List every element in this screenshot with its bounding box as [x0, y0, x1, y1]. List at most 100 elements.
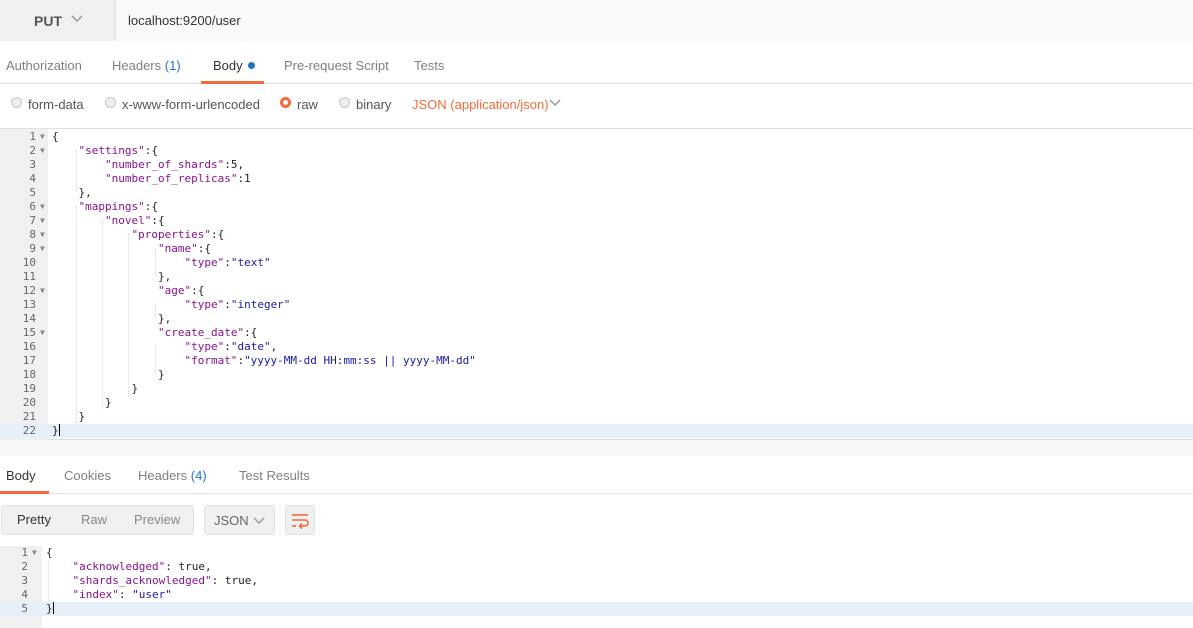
fold-arrow-icon[interactable]: ▼ [40, 326, 45, 340]
line-number: 5 [21, 602, 28, 615]
fold-arrow-icon[interactable]: ▼ [40, 200, 45, 214]
headers-count-badge: (1) [164, 58, 181, 73]
fold-arrow-icon[interactable]: ▼ [40, 214, 45, 228]
line-number: 3 [21, 574, 28, 587]
text-cursor [52, 602, 54, 614]
preview-button[interactable]: Preview [134, 506, 180, 534]
tab-cookies[interactable]: Cookies [64, 456, 111, 494]
code-text: "age":{ [157, 284, 205, 297]
tab-response-body[interactable]: Body [6, 456, 36, 494]
method-select[interactable]: PUT [0, 0, 116, 41]
text-cursor [58, 424, 60, 436]
url-text: localhost:9200/user [128, 13, 241, 28]
line-number: 6 [29, 200, 36, 213]
line-number: 5 [29, 186, 36, 199]
format-select[interactable]: JSON [204, 505, 275, 535]
tab-label: Test Results [239, 468, 310, 483]
code-text: "acknowledged": true, [72, 560, 212, 573]
code-line: 10 "type":"text" [0, 256, 1193, 270]
line-number: 17 [22, 354, 36, 367]
code-text: "settings":{ [78, 144, 158, 157]
code-line: 20 } [0, 396, 1193, 410]
line-number: 3 [29, 158, 36, 171]
radio-circle-icon [339, 96, 350, 108]
fold-arrow-icon[interactable]: ▼ [32, 546, 37, 560]
headers-count-badge: (4) [190, 468, 207, 483]
code-text: { [52, 130, 59, 143]
fold-arrow-icon[interactable]: ▼ [40, 228, 45, 242]
code-line: 12 ▼ "age":{ [0, 284, 1193, 298]
chevron-down-icon[interactable] [548, 95, 562, 109]
format-label: JSON [214, 513, 249, 528]
code-text: "type":"text" [184, 256, 271, 269]
radio-circle-icon [11, 96, 22, 108]
response-body-viewer[interactable]: 1 ▼ { 2 "acknowledged": true, 3 "shards_a… [0, 546, 1193, 628]
view-mode-segmented-control: Pretty Raw Preview [1, 505, 194, 535]
tab-label: Pre-request Script [284, 58, 389, 73]
code-text: "number_of_replicas":1 [104, 172, 251, 185]
url-input[interactable]: localhost:9200/user [116, 0, 1193, 41]
radio-binary[interactable]: binary [339, 94, 391, 114]
fold-arrow-icon[interactable]: ▼ [40, 284, 45, 298]
tab-label: Body [213, 58, 243, 73]
code-text: { [46, 546, 53, 559]
code-text: "shards_acknowledged": true, [72, 574, 258, 587]
code-line: 4 "index": "user" [0, 588, 1193, 602]
code-text: "mappings":{ [78, 200, 158, 213]
line-number: 13 [22, 298, 36, 311]
fold-arrow-icon[interactable]: ▼ [40, 242, 45, 256]
code-line: 13 "type":"integer" [0, 298, 1193, 312]
line-number: 2 [21, 560, 28, 573]
line-number: 15 [22, 326, 36, 339]
request-tabs: Authorization Headers (1) Body Pre-reque… [0, 41, 1193, 84]
tab-headers[interactable]: Headers (1) [112, 41, 181, 84]
code-text: } [46, 602, 54, 615]
line-number: 9 [29, 242, 36, 255]
tab-authorization[interactable]: Authorization [6, 41, 82, 84]
line-number: 11 [22, 270, 36, 283]
code-text: "number_of_shards":5, [104, 158, 245, 171]
radio-form-data[interactable]: form-data [11, 94, 84, 114]
response-tabs: Body Cookies Headers (4) Test Results [0, 456, 1193, 494]
radio-label: x-www-form-urlencoded [122, 96, 260, 112]
line-number: 4 [21, 588, 28, 601]
code-line-active: 5 } [0, 602, 1193, 616]
fold-arrow-icon[interactable]: ▼ [40, 144, 45, 158]
code-line: 7 ▼ "novel":{ [0, 214, 1193, 228]
code-text: }, [78, 186, 92, 199]
wrap-lines-button[interactable] [285, 505, 315, 535]
line-number: 18 [22, 368, 36, 381]
code-line: 14 }, [0, 312, 1193, 326]
code-text: } [52, 424, 60, 437]
line-number: 7 [29, 214, 36, 227]
tab-label: Tests [414, 58, 445, 73]
code-line: 16 "type":"date", [0, 340, 1193, 354]
chevron-down-icon [253, 517, 265, 525]
code-text: "create_date":{ [157, 326, 258, 339]
line-number: 14 [22, 312, 36, 325]
radio-raw[interactable]: raw [280, 94, 318, 114]
fold-arrow-icon[interactable]: ▼ [40, 130, 45, 144]
line-number: 21 [22, 410, 36, 423]
code-text: "name":{ [157, 242, 211, 255]
raw-button[interactable]: Raw [81, 506, 107, 534]
line-number: 20 [22, 396, 36, 409]
code-line: 6 ▼ "mappings":{ [0, 200, 1193, 214]
body-type-selector: form-data x-www-form-urlencoded raw bina… [0, 84, 1193, 129]
tab-body[interactable]: Body [213, 41, 255, 84]
content-type-select[interactable]: JSON (application/json) [412, 97, 549, 112]
code-line: 2 ▼ "settings":{ [0, 144, 1193, 158]
line-number: 1 [21, 546, 28, 559]
request-body-editor[interactable]: 1 ▼ { 2 ▼ "settings":{ 3 "number_of_shards… [0, 129, 1193, 440]
tab-pre-request-script[interactable]: Pre-request Script [284, 41, 389, 84]
radio-urlencoded[interactable]: x-www-form-urlencoded [105, 94, 260, 114]
pretty-button[interactable]: Pretty [17, 506, 51, 534]
modified-dot-icon [247, 62, 255, 69]
code-line: 3 "shards_acknowledged": true, [0, 574, 1193, 588]
pane-divider[interactable] [0, 440, 1193, 456]
tab-test-results[interactable]: Test Results [239, 456, 310, 494]
tab-response-headers[interactable]: Headers (4) [138, 456, 207, 494]
code-text: }, [157, 270, 172, 283]
tab-tests[interactable]: Tests [414, 41, 444, 84]
code-line: 17 "format":"yyyy-MM-dd HH:mm:ss || yyyy… [0, 354, 1193, 368]
